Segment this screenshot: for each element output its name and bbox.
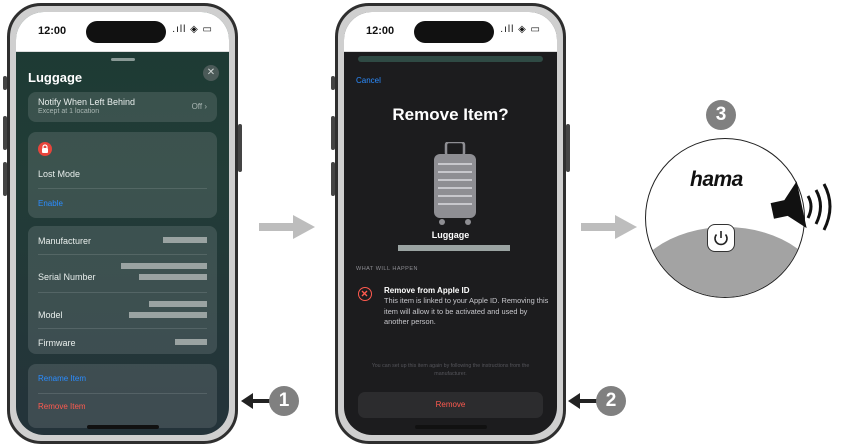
step-badge-1: 1 [269,386,299,416]
phone-power-button [238,124,242,172]
remove-button[interactable]: Remove [358,392,543,418]
status-bar: 12:00 .ıll ◈ ▭ [344,12,557,52]
divider [38,254,207,255]
status-time: 12:00 [38,25,67,37]
remove-item-link[interactable]: Remove Item [38,402,86,411]
callout-arrow-icon [568,393,598,409]
device-info-card: Manufacturer Serial Number Model Firmwar… [28,226,217,354]
item-name: Luggage [431,230,470,240]
flow-arrow-icon [581,215,637,239]
info-label-manufacturer: Manufacturer [38,236,92,246]
cancel-button[interactable]: Cancel [356,76,381,85]
status-time: 12:00 [366,25,395,37]
phone-power-button [566,124,570,172]
warning-body: This item is linked to your Apple ID. Re… [384,296,549,326]
redacted-value [129,312,207,318]
redacted-value [163,237,207,243]
phone-side-button [331,76,335,90]
status-bar: 12:00 .ıll ◈ ▭ [16,12,229,52]
callout-arrow-icon [241,393,271,409]
warning-x-icon [358,287,372,301]
phone-volume-down [3,162,7,196]
close-icon[interactable]: ✕ [203,65,219,81]
home-indicator [414,425,487,429]
sheet-grabber[interactable] [110,58,135,61]
status-icons: .ıll ◈ ▭ [172,24,213,35]
divider [38,393,207,394]
remove-item-title: Remove Item? [392,105,509,124]
info-label-serial: Serial Number [38,272,96,282]
step-badge-3: 3 [706,100,736,130]
redacted-value [139,274,207,280]
lost-mode-card: Lost Mode Enable [28,132,217,218]
notify-subtitle: Except at 1 location [38,108,100,115]
status-icons: .ıll ◈ ▭ [500,24,541,35]
step-badge-2: 2 [596,386,626,416]
notify-title: Notify When Left Behind [38,97,136,107]
dynamic-island [86,21,166,43]
sheet-title: Luggage [28,70,83,85]
section-label: WHAT WILL HAPPEN [356,266,418,272]
redacted-serial [398,245,510,251]
divider [38,292,207,293]
phone-screen: 12:00 .ıll ◈ ▭ Cancel Remove Item? Lugga… [344,12,557,435]
dynamic-island [414,21,494,43]
lost-mode-title: Lost Mode [38,169,81,179]
notify-value: Off › [191,102,207,111]
phone-luggage-details: 12:00 .ıll ◈ ▭ Luggage ✕ Notify When Lef… [3,3,242,444]
rename-item-link[interactable]: Rename Item [38,374,86,383]
phone-volume-down [331,162,335,196]
phone-screen: 12:00 .ıll ◈ ▭ Luggage ✕ Notify When Lef… [16,12,229,435]
speaker-sound-icon [770,181,832,231]
home-indicator [86,425,159,429]
divider [38,188,207,189]
power-button-icon[interactable] [707,224,735,252]
phone-side-button [3,76,7,90]
setup-footnote: You can set up this item again by follow… [371,363,530,377]
redacted-value [121,263,207,269]
redacted-value [149,301,207,307]
redacted-value [175,339,207,345]
info-label-model: Model [38,310,63,320]
phone-remove-item: 12:00 .ıll ◈ ▭ Cancel Remove Item? Lugga… [331,3,570,444]
flow-arrow-icon [259,215,315,239]
background-sheet-edge [358,56,543,62]
phone-volume-up [3,116,7,150]
brand-logo: hama [690,168,743,191]
phone-volume-up [331,116,335,150]
divider [38,328,207,329]
enable-lost-mode-link[interactable]: Enable [38,199,63,208]
notify-left-behind-row[interactable]: Notify When Left Behind Except at 1 loca… [28,92,217,122]
warning-title: Remove from Apple ID [384,286,470,295]
info-label-firmware: Firmware [38,338,76,348]
lock-icon [38,142,52,156]
actions-card: Rename Item Remove Item [28,364,217,428]
luggage-icon [434,142,476,225]
